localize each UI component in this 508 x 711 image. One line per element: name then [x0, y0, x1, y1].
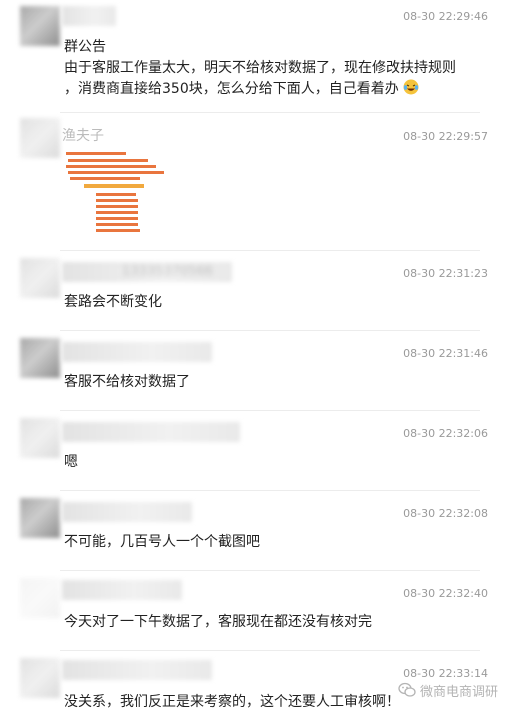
message-text: 今天对了一下午数据了，客服现在都还没有核对完 [64, 614, 372, 630]
message-text: 没关系，我们反正是来考察的，这个还要人工审核啊！ [64, 694, 400, 710]
sender-name-blurred: 13335370566 [62, 262, 232, 282]
message-text: 不可能，几百号人一个个截图吧 [64, 534, 260, 550]
sender-name-blurred [62, 342, 212, 362]
divider [60, 112, 480, 113]
divider [60, 490, 480, 491]
divider [60, 570, 480, 571]
laughing-crying-emoji-icon [403, 79, 419, 95]
avatar[interactable] [20, 418, 60, 458]
avatar[interactable] [20, 498, 60, 538]
sender-name-blurred [62, 502, 192, 522]
message-time: 08-30 22:32:06 [403, 427, 488, 440]
message-time: 08-30 22:32:40 [403, 587, 488, 600]
image-sticker[interactable] [64, 148, 204, 238]
sender-name: 渔夫子 [62, 128, 104, 144]
message-time: 08-30 22:33:14 [403, 667, 488, 680]
watermark-text: 微商电商调研 [419, 684, 498, 700]
message-text: 套路会不断变化 [64, 294, 162, 310]
avatar[interactable] [20, 6, 60, 46]
sender-name-blurred [62, 580, 182, 600]
avatar[interactable] [20, 578, 60, 618]
sender-name-blurred [62, 660, 212, 680]
divider [60, 250, 480, 251]
announcement-title: 群公告 [64, 39, 106, 55]
announcement-line-1: 由于客服工作量太大，明天不给核对数据了，现在修改扶持规则 [64, 60, 456, 76]
message-text: 客服不给核对数据了 [64, 374, 190, 390]
sender-partial: 13335370566 [122, 264, 213, 279]
divider [60, 330, 480, 331]
divider [60, 410, 480, 411]
message-time: 08-30 22:32:08 [403, 507, 488, 520]
announcement-line-2: ，消费商直接给350块，怎么分给下面人，自己看着办 [64, 78, 419, 98]
avatar[interactable] [20, 118, 60, 158]
message-text: 嗯 [64, 454, 78, 470]
avatar[interactable] [20, 258, 60, 298]
watermark: 微商电商调研 [398, 680, 498, 700]
avatar[interactable] [20, 658, 60, 698]
message-time: 08-30 22:31:23 [403, 267, 488, 280]
sender-name-blurred [62, 422, 240, 442]
message-time: 08-30 22:29:46 [403, 10, 488, 23]
avatar[interactable] [20, 338, 60, 378]
divider [60, 650, 480, 651]
wechat-logo-icon [398, 682, 416, 697]
message-time: 08-30 22:31:46 [403, 347, 488, 360]
sender-name-blurred [62, 6, 116, 26]
announcement-line-2-text: ，消费商直接给350块，怎么分给下面人，自己看着办 [64, 81, 399, 97]
message-time: 08-30 22:29:57 [403, 130, 488, 143]
